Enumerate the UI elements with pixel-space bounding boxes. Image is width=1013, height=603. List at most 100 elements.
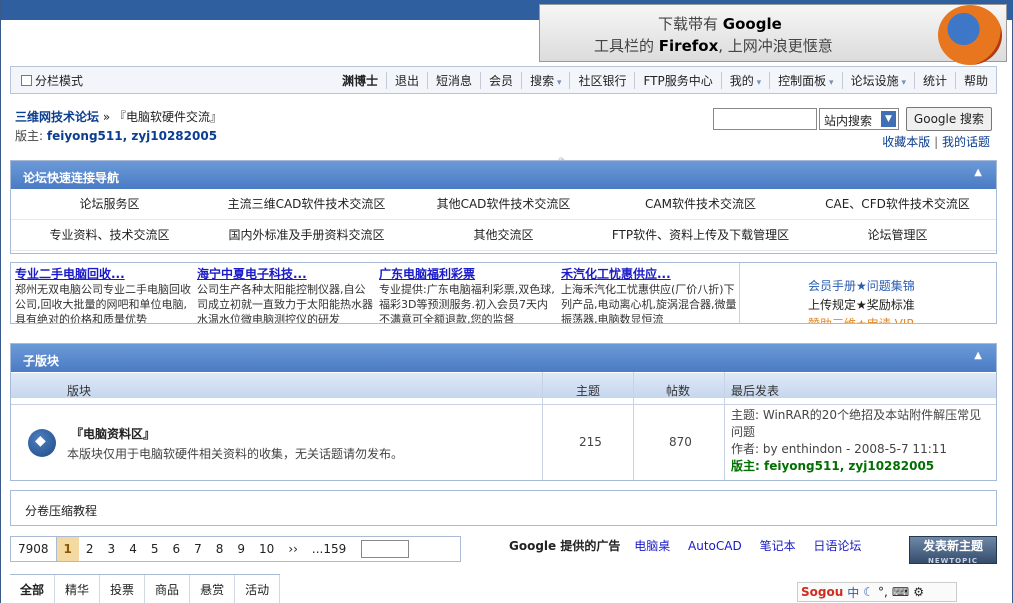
archive-link[interactable]: 收藏本版 — [882, 135, 930, 149]
menu-help[interactable]: 帮助 — [954, 72, 996, 89]
chevron-down-icon[interactable]: ▼ — [881, 111, 896, 127]
my-topics-link[interactable]: 我的话题 — [942, 135, 990, 149]
ad-title[interactable]: 海宁中夏电子科技... — [197, 265, 375, 282]
last-author[interactable]: 作者: by enthindon - 2008-5-7 11:11 — [731, 441, 991, 458]
col-last: 最后发表 — [731, 384, 780, 398]
google-ad-link[interactable]: 笔记本 — [760, 539, 796, 553]
google-search-button[interactable]: Google 搜索 — [906, 107, 992, 131]
keyboard-icon[interactable]: ⌨ — [892, 585, 909, 599]
compression-tutorial-link[interactable]: 分卷压缩教程 — [25, 504, 97, 518]
subforum-panel: 子版块 ▲ 版块 主题 帖数 最后发表 『电脑资料区』 本版块仅用于电脑软硬件相… — [10, 343, 997, 481]
menu-my[interactable]: 我的 — [720, 72, 769, 89]
subforum-table-header — [11, 372, 996, 398]
upload-rules-link[interactable]: 上传规定★奖励标准 — [808, 296, 915, 313]
breadcrumb-home[interactable]: 三维网技术论坛 — [15, 110, 99, 124]
main-menu: 渊博士 退出 短消息 会员 搜索 社区银行 FTP服务中心 我的 控制面板 论坛… — [334, 72, 996, 89]
col-posts: 帖数 — [666, 384, 691, 398]
page-last[interactable]: ...159 — [305, 537, 353, 561]
ad-title[interactable]: 禾汽化工忧惠供应... — [561, 265, 739, 282]
menu-user[interactable]: 渊博士 — [334, 72, 386, 89]
page-link[interactable]: 7 — [187, 537, 209, 561]
quick-nav-header: 论坛快速连接导航 ▲ — [11, 161, 996, 189]
breadcrumb-current: 『电脑软硬件交流』 — [114, 110, 223, 124]
sogou-mode[interactable]: 中 — [847, 584, 859, 601]
menu-members[interactable]: 会员 — [480, 72, 521, 89]
ad-title[interactable]: 广东电脑福利彩票 — [379, 265, 557, 282]
search-scope-select[interactable]: 站内搜索 ▼ — [819, 108, 899, 130]
google-ad-link[interactable]: 日语论坛 — [813, 539, 861, 553]
tab-all[interactable]: 全部 — [10, 575, 56, 603]
page-link[interactable]: 3 — [101, 537, 123, 561]
settings-icon[interactable]: ⚙ — [913, 585, 924, 599]
search-input[interactable] — [713, 108, 817, 130]
sogou-ime-toolbar[interactable]: Sogou 中 ☾ °, ⌨ ⚙ — [797, 582, 957, 602]
nav-item[interactable]: FTP软件、资料上传及下载管理区 — [602, 220, 799, 251]
subforum-title: 子版块 — [23, 354, 60, 368]
new-topic-button[interactable]: 发表新主题 NEWTOPIC — [909, 536, 997, 565]
ad-item[interactable]: 专业二手电脑回收... 郑州无双电脑公司专业二手电脑回收公司,回收大批量的网吧和… — [15, 265, 193, 323]
split-mode-toggle[interactable]: 分栏模式 — [21, 72, 83, 89]
checkbox-icon[interactable] — [21, 75, 32, 86]
vip-link[interactable]: 赞助三维★申请 VIP — [808, 315, 914, 323]
nav-item[interactable]: 论坛管理区 — [799, 220, 996, 251]
collapse-icon[interactable]: ▲ — [974, 350, 982, 361]
ad-title[interactable]: 专业二手电脑回收... — [15, 265, 193, 282]
nav-item[interactable]: 其他交流区 — [405, 220, 602, 251]
page-link[interactable]: 5 — [144, 537, 166, 561]
ad-item[interactable]: 海宁中夏电子科技... 公司生产各种太阳能控制仪器,自公司成立初就一直致力于太阳… — [197, 265, 375, 323]
banner-line2: 工具栏的 Firefox, 上网冲浪更惬意 — [594, 37, 833, 55]
breadcrumb-separator: » — [102, 110, 111, 124]
menu-stats[interactable]: 统计 — [913, 72, 955, 89]
menu-logout[interactable]: 退出 — [386, 72, 427, 89]
tab-activity[interactable]: 活动 — [235, 575, 281, 603]
tab-poll[interactable]: 投票 — [100, 575, 146, 603]
menu-ftp[interactable]: FTP服务中心 — [634, 72, 720, 89]
page-link[interactable]: 2 — [79, 537, 101, 561]
collapse-icon[interactable]: ▲ — [974, 167, 982, 178]
google-ad-link[interactable]: AutoCAD — [688, 539, 742, 553]
tab-trade[interactable]: 商品 — [145, 575, 191, 603]
nav-item[interactable]: CAE、CFD软件技术交流区 — [799, 189, 996, 220]
archive-box: 分卷压缩教程 — [10, 490, 997, 526]
firefox-banner[interactable]: 下载带有 Google 工具栏的 Firefox, 上网冲浪更惬意 — [539, 4, 1007, 65]
page-link[interactable]: 4 — [122, 537, 144, 561]
quick-nav-title: 论坛快速连接导航 — [23, 171, 120, 185]
page-next[interactable]: ›› — [281, 537, 305, 561]
page-link[interactable]: 9 — [230, 537, 252, 561]
menu-bar: 分栏模式 渊博士 退出 短消息 会员 搜索 社区银行 FTP服务中心 我的 控制… — [10, 66, 997, 94]
nav-item[interactable]: 专业资料、技术交流区 — [11, 220, 208, 251]
google-ad-link[interactable]: 电脑桌 — [634, 539, 670, 553]
ad-item[interactable]: 禾汽化工忧惠供应... 上海禾汽化工忧惠供应(厂价八折)下列产品,电动离心机,旋… — [561, 265, 739, 323]
split-mode-label: 分栏模式 — [35, 74, 84, 88]
moon-icon[interactable]: ☾ — [863, 585, 874, 599]
col-forum: 版块 — [67, 384, 92, 398]
menu-bank[interactable]: 社区银行 — [569, 72, 634, 89]
quick-nav-panel: 论坛快速连接导航 ▲ 论坛服务区 主流三维CAD软件技术交流区 其他CAD软件技… — [10, 160, 997, 254]
tab-reward[interactable]: 悬赏 — [190, 575, 236, 603]
moderators-names[interactable]: feiyong511, zyj10282005 — [47, 129, 217, 143]
forum-name[interactable]: 『电脑资料区』 — [71, 425, 155, 442]
quick-nav-grid: 论坛服务区 主流三维CAD软件技术交流区 其他CAD软件技术交流区 CAM软件技… — [11, 189, 996, 251]
tab-digest[interactable]: 精华 — [55, 575, 101, 603]
handbook-link[interactable]: 会员手册★问题集锦 — [808, 277, 915, 294]
nav-item[interactable]: 论坛服务区 — [11, 189, 208, 220]
menu-messages[interactable]: 短消息 — [427, 72, 480, 89]
last-moderators[interactable]: 版主: feiyong511, zyj10282005 — [731, 458, 991, 475]
page-jump-input[interactable] — [361, 540, 410, 558]
filter-tabs: 全部 精华 投票 商品 悬赏 活动 — [10, 574, 281, 603]
post-count: 870 — [669, 435, 692, 449]
menu-control-panel[interactable]: 控制面板 — [769, 72, 841, 89]
ad-item[interactable]: 广东电脑福利彩票 专业提供:广东电脑福利彩票,双色球,福彩3D等预测服务.初入会… — [379, 265, 557, 323]
menu-facilities[interactable]: 论坛设施 — [841, 72, 914, 89]
page-link[interactable]: 8 — [209, 537, 231, 561]
nav-item[interactable]: 国内外标准及手册资料交流区 — [208, 220, 405, 251]
nav-item[interactable]: CAM软件技术交流区 — [602, 189, 799, 220]
punctuation-icon[interactable]: °, — [878, 585, 888, 599]
nav-item[interactable]: 其他CAD软件技术交流区 — [405, 189, 602, 220]
page-link[interactable]: 6 — [165, 537, 187, 561]
page-link[interactable]: 10 — [252, 537, 281, 561]
menu-search[interactable]: 搜索 — [521, 72, 569, 89]
nav-item[interactable]: 主流三维CAD软件技术交流区 — [208, 189, 405, 220]
link-separator: | — [934, 135, 939, 149]
last-topic[interactable]: 主题: WinRAR的20个绝招及本站附件解压常见问题 — [731, 407, 991, 441]
